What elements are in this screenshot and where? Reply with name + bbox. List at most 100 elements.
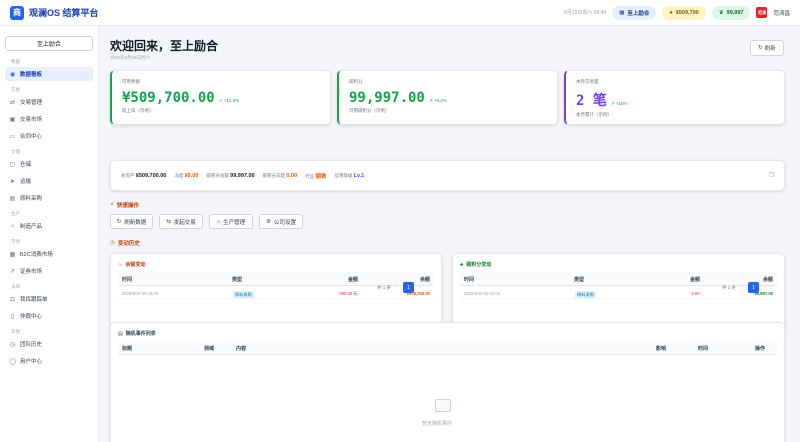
sidebar-item-label: 制造产品 [20,224,43,230]
sidebar-item-label: 我挥跟踪单 [20,297,48,303]
stat-card-trades: 本月交易量 2 笔 ↗ +15% 本月累计（示例） [564,70,785,125]
clock: 8月29日周六 09:48 [563,10,607,16]
next-page-icon[interactable]: › [764,285,766,291]
nav-group-title: 市场 [11,239,20,244]
company-badge[interactable]: ▦ 至上励合 [612,5,657,20]
list-icon: ▤ [118,330,123,337]
sidebar-item[interactable]: ⚖ 我挥跟踪单 [5,292,93,306]
user-icon: ◯ [9,358,16,365]
avatar[interactable]: 范涛 [756,7,768,18]
exchange-icon: ⇄ [9,99,16,106]
sidebar-item[interactable]: ▦ B2C消费市场 [5,247,93,261]
sidebar-item[interactable]: ▤ 原料采购 [5,191,93,205]
quick-actions-title: ⚡ 快速操作 [110,202,139,209]
production-button[interactable]: ⌂ 生产管理 [209,214,253,229]
sidebar-item-label: 证券市场 [20,269,43,275]
balance-pagination: 共 1 条 ‹ 1 › [377,282,421,293]
empty-inbox-icon [435,399,451,412]
page-title: 欢迎回来，至上励合 [110,39,219,53]
trend-icon: ↗ +15% [610,101,628,106]
start-trade-button[interactable]: ⇆ 发起交易 [159,214,203,229]
stat-card-carbon: 碳积分 99,997.00 ↗ +8.2% 可用碳积分（示例） [337,70,558,125]
sidebar-item-label: 交易市场 [20,117,43,123]
stat-value: 2 笔 [576,93,607,109]
sidebar-item[interactable]: ↗ 证券市场 [5,264,93,278]
carbon-change-panel: ♣ 碳积分变动 时间 类型 金额 余额 2026/8/29 09:43:06 原料采购 -3… [452,253,785,333]
username[interactable]: 范涛昌 [773,9,790,17]
balance-badge[interactable]: ● ¥509,700 [662,5,706,20]
market-icon: ▣ [9,116,16,123]
sidebar-item[interactable]: ▭ 合同中心 [5,129,93,143]
page-button[interactable]: 1 [403,282,415,293]
prev-page-icon[interactable]: ‹ [741,285,743,291]
sidebar-item-label: 用户中心 [20,359,43,365]
stat-value: ¥509,700.00 [122,90,215,106]
nav-group-title: 交易 [11,87,20,92]
empty-message: 暂无随机事件 [422,421,453,427]
purchase-icon: ▤ [9,195,16,202]
nav-group-title: 数据 [11,59,20,64]
trophy-icon: ♛ [718,9,724,16]
swap-icon: ⇆ [166,218,171,225]
sidebar-item-label: B2C消费市场 [20,252,53,258]
sidebar-item[interactable]: ▢ 仓储 [5,157,93,171]
trend-icon: ↗ +8.2% [428,98,447,103]
stock-icon: ↗ [9,268,16,275]
sidebar-item[interactable]: ◯ 用户中心 [5,354,93,368]
carbon-badge[interactable]: ♛ 99,997 [711,5,751,20]
asset-info-bar: 总资产 ¥509,700.00 冻结 ¥0.00 碳积分总额 99,997.00… [110,160,785,191]
sidebar-item-label: 原料采购 [20,196,43,202]
refresh-icon: ↻ [116,218,122,225]
nav-group-title: 生产 [11,211,20,216]
company-settings-button[interactable]: ⚙ 公司设置 [259,214,303,229]
stat-value: 99,997.00 [349,90,425,106]
sidebar-item-label: 数据看板 [20,72,43,78]
refresh-icon: ↻ [758,45,763,51]
refresh-data-button[interactable]: ↻ 刷新数据 [110,214,153,229]
warehouse-icon: ▢ [9,161,16,168]
table-header: 标题 领域 内容 影响 时间 操作 [118,341,777,355]
history-icon: ◷ [9,341,16,348]
sidebar-item[interactable]: ➤ 运输 [5,174,93,188]
sidebar-item-label: 交易管理 [20,100,43,106]
coin-icon: ● [669,9,673,16]
page-button[interactable]: 1 [748,282,760,293]
sidebar-item-label: 合同中心 [20,134,43,140]
lawsuit-icon: ⚖ [9,296,16,303]
prev-page-icon[interactable]: ‹ [396,285,398,291]
carbon-pagination: 共 1 条 ‹ 1 › [722,282,766,293]
gear-icon: ⚙ [266,218,271,225]
contract-icon: ▭ [9,133,16,140]
app-title: 观澜OS 结算平台 [29,8,99,18]
nav-group-title: 法律 [11,284,20,289]
history-title: ◷ 变动历史 [110,240,140,247]
dashboard-icon: ◉ [9,71,16,78]
page-subtitle: 2026年8月29日周六 [110,55,151,60]
top-bar: 商 观澜OS 结算平台 8月29日周六 09:48 ▦ 至上励合 ● ¥509,70… [0,0,800,26]
sidebar-item[interactable]: ⇄ 交易管理 [5,95,93,109]
refresh-button[interactable]: ↻ 刷新 [750,40,784,56]
sidebar-item[interactable]: ⌂ 制造产品 [5,219,93,233]
balance-change-panel: ♨ 余额变动 时间 类型 金额 余额 2026/8/29 09:43:06 原料采购 -30… [110,253,442,333]
lightning-icon: ⚡ [110,202,114,208]
company-switch-button[interactable]: 至上励合 [5,36,93,51]
factory-icon: ⌂ [10,223,15,229]
trend-icon: ↗ +12.5% [218,98,240,103]
sidebar: 至上励合 数据 ◉ 数据看板交易 ⇄ 交易管理 ▣ 交易市场 ▭ 合同中心仓储 ▢ 仓储 ➤ 运输 ▤ 原料… [0,26,99,442]
leaf-icon: ♣ [460,261,464,268]
arbitration-icon: ▯ [10,313,15,320]
copy-icon[interactable]: ❐ [769,172,774,179]
factory-icon: ⌂ [216,218,221,225]
sidebar-item[interactable]: ▣ 交易市场 [5,112,93,126]
stat-card-balance: 可用余额 ¥509,700.00 ↗ +12.5% 较上日（示例） [110,70,331,125]
sidebar-item-label: 仲裁中心 [20,314,43,320]
sidebar-item[interactable]: ▯ 仲裁中心 [5,309,93,323]
app-logo: 商 [10,5,24,20]
nav-group-title: 其他 [11,329,20,334]
sidebar-item[interactable]: ◷ 团队历史 [5,337,93,351]
sidebar-item-label: 仓储 [20,162,32,168]
sidebar-item[interactable]: ◉ 数据看板 [5,67,93,81]
next-page-icon[interactable]: › [419,285,421,291]
b2c-icon: ▦ [9,251,16,258]
sidebar-item-label: 运输 [20,179,32,185]
